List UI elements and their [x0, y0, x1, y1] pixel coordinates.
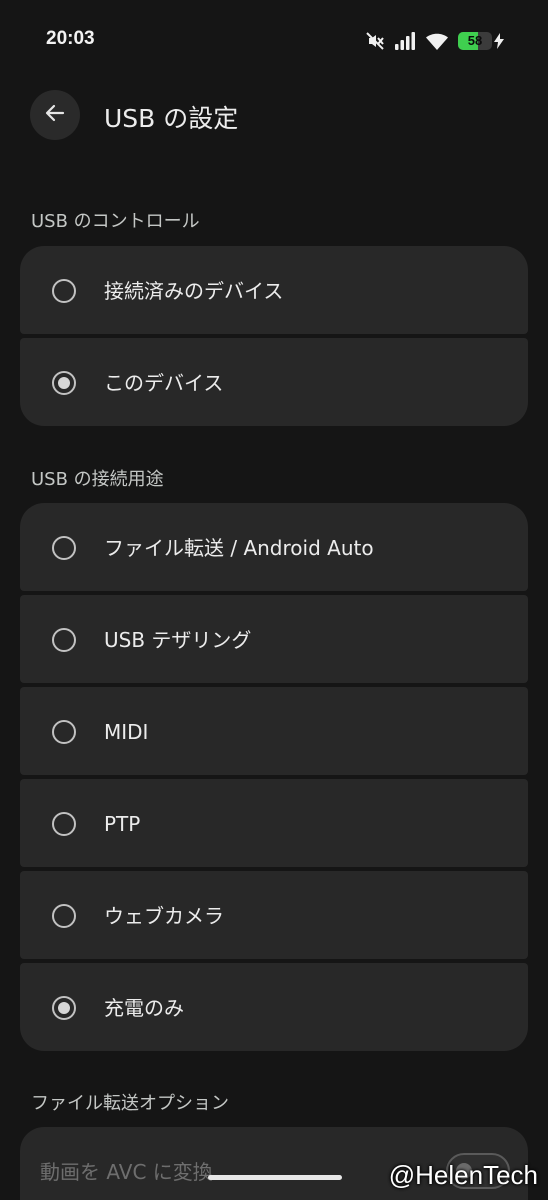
- status-time: 20:03: [46, 28, 95, 49]
- home-indicator[interactable]: [208, 1175, 342, 1180]
- signal-icon: [394, 32, 416, 50]
- usb-control-group: 接続済みのデバイス このデバイス: [20, 246, 528, 428]
- mute-icon: [365, 31, 385, 51]
- option-label: 接続済みのデバイス: [104, 279, 284, 303]
- radio-button[interactable]: [52, 628, 76, 652]
- section-header-file-transfer-options: ファイル転送オプション: [31, 1093, 229, 1114]
- radio-button[interactable]: [52, 996, 76, 1020]
- option-label: PTP: [104, 812, 141, 836]
- radio-button[interactable]: [52, 536, 76, 560]
- option-midi[interactable]: MIDI: [20, 687, 528, 775]
- battery-icon: 58: [458, 32, 492, 50]
- status-bar: 20:03 58: [0, 0, 548, 80]
- option-charge-only[interactable]: 充電のみ: [20, 963, 528, 1051]
- option-label: このデバイス: [104, 371, 224, 395]
- option-connected-device[interactable]: 接続済みのデバイス: [20, 246, 528, 334]
- option-label: MIDI: [104, 720, 149, 744]
- radio-button[interactable]: [52, 720, 76, 744]
- option-file-transfer[interactable]: ファイル転送 / Android Auto: [20, 503, 528, 591]
- usb-mode-group: ファイル転送 / Android Auto USB テザリング MIDI PTP…: [20, 503, 528, 1051]
- wifi-icon: [425, 32, 449, 50]
- option-webcam[interactable]: ウェブカメラ: [20, 871, 528, 959]
- battery-percent: 58: [467, 33, 483, 48]
- back-arrow-icon: [44, 102, 66, 128]
- option-label: 充電のみ: [104, 996, 184, 1020]
- setting-label: 動画を AVC に変換: [40, 1160, 213, 1184]
- radio-button[interactable]: [52, 812, 76, 836]
- back-button[interactable]: [30, 90, 80, 140]
- charging-bolt-icon: [494, 33, 504, 49]
- page-title: USB の設定: [104, 104, 239, 133]
- top-app-bar: USB の設定: [0, 88, 548, 144]
- radio-button[interactable]: [52, 279, 76, 303]
- section-header-usb-control: USB のコントロール: [31, 211, 200, 232]
- section-header-usb-mode: USB の接続用途: [31, 469, 164, 490]
- radio-button[interactable]: [52, 371, 76, 395]
- option-label: ファイル転送 / Android Auto: [104, 536, 374, 560]
- option-label: USB テザリング: [104, 628, 252, 652]
- option-this-device[interactable]: このデバイス: [20, 338, 528, 426]
- radio-button[interactable]: [52, 904, 76, 928]
- option-usb-tethering[interactable]: USB テザリング: [20, 595, 528, 683]
- option-label: ウェブカメラ: [104, 904, 224, 928]
- status-icons: 58: [365, 30, 504, 52]
- option-ptp[interactable]: PTP: [20, 779, 528, 867]
- watermark: @HelenTech: [388, 1160, 538, 1190]
